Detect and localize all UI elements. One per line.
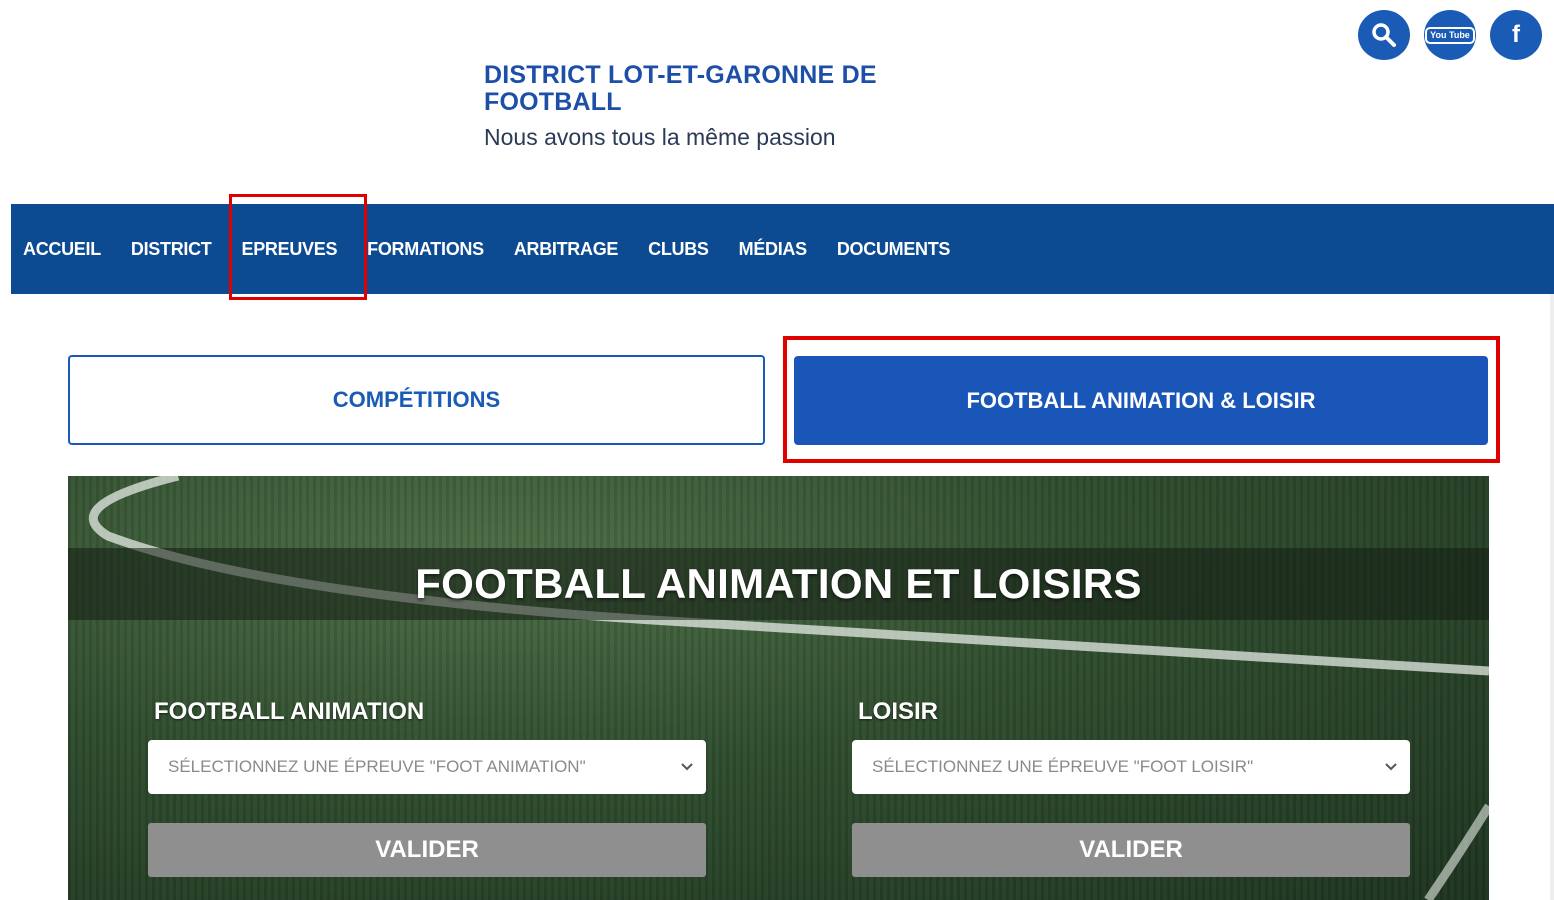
facebook-button[interactable]: f xyxy=(1490,10,1542,60)
site-title[interactable]: DISTRICT LOT-ET-GARONNE DE FOOTBALL xyxy=(484,62,1004,116)
foot-animation-select[interactable]: SÉLECTIONNEZ UNE ÉPREUVE "FOOT ANIMATION… xyxy=(148,740,706,794)
tab-football-animation-loisir[interactable]: FOOTBALL ANIMATION & LOISIR xyxy=(794,356,1488,445)
nav-item-arbitrage[interactable]: ARBITRAGE xyxy=(499,239,633,260)
nav-item-formations[interactable]: FORMATIONS xyxy=(352,239,499,260)
nav-item-accueil[interactable]: ACCUEIL xyxy=(11,239,116,260)
chevron-down-icon xyxy=(1384,759,1398,775)
tab-competitions[interactable]: COMPÉTITIONS xyxy=(68,355,765,445)
foot-loisir-select-placeholder: SÉLECTIONNEZ UNE ÉPREUVE "FOOT LOISIR" xyxy=(872,757,1254,776)
nav-item-medias[interactable]: MÉDIAS xyxy=(724,239,822,260)
page-scrollbar[interactable] xyxy=(1550,294,1554,900)
hero-title: FOOTBALL ANIMATION ET LOISIRS xyxy=(415,560,1142,607)
foot-animation-select-placeholder: SÉLECTIONNEZ UNE ÉPREUVE "FOOT ANIMATION… xyxy=(168,757,586,776)
valider-animation-button[interactable]: VALIDER xyxy=(148,823,706,877)
hero-title-band: FOOTBALL ANIMATION ET LOISIRS xyxy=(68,548,1489,620)
foot-loisir-select[interactable]: SÉLECTIONNEZ UNE ÉPREUVE "FOOT LOISIR" xyxy=(852,740,1410,794)
main-navigation: ACCUEIL DISTRICT EPREUVES FORMATIONS ARB… xyxy=(11,204,1554,294)
search-button[interactable] xyxy=(1358,10,1410,60)
nav-item-epreuves[interactable]: EPREUVES xyxy=(227,239,353,260)
football-animation-label: FOOTBALL ANIMATION xyxy=(154,698,425,725)
football-animation-form: FOOTBALL ANIMATION SÉLECTIONNEZ UNE ÉPRE… xyxy=(148,698,706,877)
chevron-down-icon xyxy=(680,759,694,775)
nav-item-documents[interactable]: DOCUMENTS xyxy=(822,239,965,260)
hero-banner: FOOTBALL ANIMATION ET LOISIRS FOOTBALL A… xyxy=(68,476,1489,900)
nav-item-district[interactable]: DISTRICT xyxy=(116,239,227,260)
site-tagline: Nous avons tous la même passion xyxy=(484,124,836,150)
valider-loisir-button[interactable]: VALIDER xyxy=(852,823,1410,877)
loisir-form: LOISIR SÉLECTIONNEZ UNE ÉPREUVE "FOOT LO… xyxy=(852,698,1410,877)
loisir-label: LOISIR xyxy=(858,698,939,725)
search-icon xyxy=(1372,23,1396,47)
nav-item-clubs[interactable]: CLUBS xyxy=(633,239,724,260)
site-header: DISTRICT LOT-ET-GARONNE DE FOOTBALL Nous… xyxy=(484,62,1004,152)
youtube-button[interactable]: You Tube xyxy=(1424,10,1476,60)
youtube-icon: You Tube xyxy=(1425,26,1475,44)
social-links: You Tube f xyxy=(1358,10,1542,60)
facebook-icon: f xyxy=(1512,21,1520,48)
